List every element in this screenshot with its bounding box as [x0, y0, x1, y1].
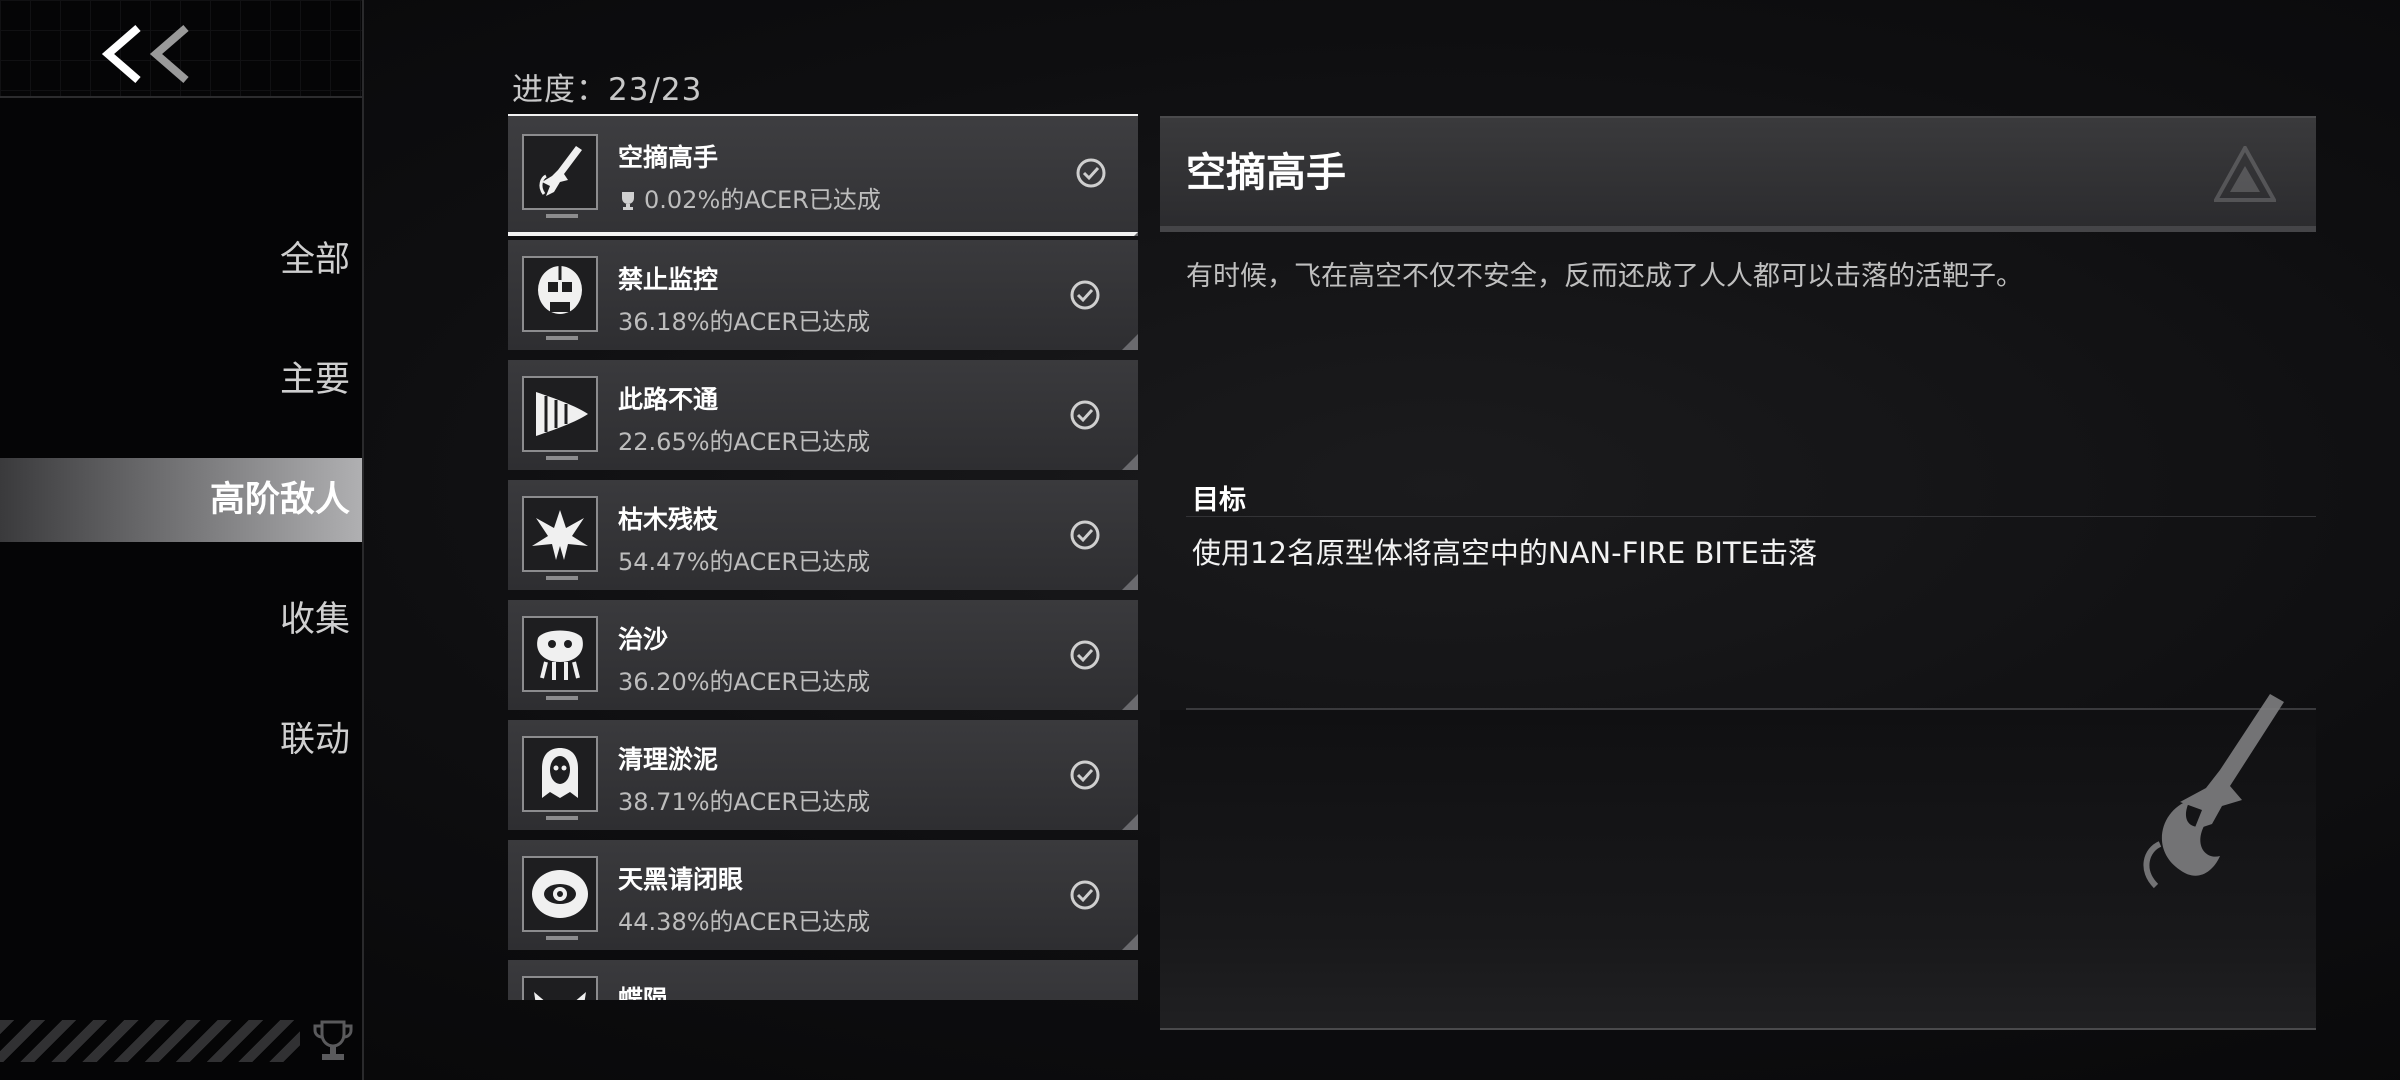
category-sidebar: 全部 主要 高阶敌人 收集 联动: [0, 0, 364, 1080]
achievement-name: 治沙: [618, 625, 669, 654]
nav-item-main[interactable]: 主要: [0, 338, 350, 422]
robot-skull-icon: [522, 256, 598, 340]
nav-item-all[interactable]: 全部: [0, 218, 350, 302]
achievement-rate: 54.47%的ACER已达成: [618, 548, 871, 576]
achievement-card[interactable]: 禁止监控 36.18%的ACER已达成: [508, 240, 1138, 350]
achievement-rate-text: 0.02%的ACER已达成: [644, 186, 881, 214]
trophy-icon: [622, 192, 634, 210]
achievement-name: 枯木残枝: [618, 505, 719, 534]
back-button[interactable]: [98, 22, 198, 86]
achievement-card[interactable]: 清理淤泥 38.71%的ACER已达成: [508, 720, 1138, 830]
achievement-name: 此路不通: [618, 385, 719, 414]
achievement-rate: 22.65%的ACER已达成: [618, 428, 871, 456]
check-circle-icon: [1070, 640, 1100, 670]
achievement-card[interactable]: 此路不通 22.65%的ACER已达成: [508, 360, 1138, 470]
achievement-rate: 36.18%的ACER已达成: [618, 308, 871, 336]
check-circle-icon: [1070, 760, 1100, 790]
achievement-name: 蝶陨: [618, 985, 669, 1000]
check-circle-icon: [1070, 280, 1100, 310]
check-circle-icon: [1070, 880, 1100, 910]
detail-header: 空摘高手: [1160, 116, 2316, 228]
detail-title: 空摘高手: [1186, 150, 1346, 196]
achievement-rate: 36.20%的ACER已达成: [618, 668, 871, 696]
header-underline: [1160, 226, 2316, 232]
achievement-name: 禁止监控: [618, 265, 719, 294]
achievement-list[interactable]: 空摘高手 0.02%的ACER已达成 禁止监控 36.18%的ACER已达成 此…: [508, 114, 1138, 1000]
check-circle-icon: [1076, 158, 1106, 188]
achievement-card[interactable]: 枯木残枝 54.47%的ACER已达成: [508, 480, 1138, 590]
game-logo-icon: [2214, 146, 2276, 202]
check-circle-icon: [1070, 520, 1100, 550]
achievement-rate: 38.71%的ACER已达成: [618, 788, 871, 816]
achievement-name: 清理淤泥: [618, 745, 719, 774]
goal-underline: [1186, 516, 2316, 517]
nav-item-label: 高阶敌人: [209, 480, 350, 520]
nav-item-label: 联动: [279, 720, 350, 760]
achievement-name: 天黑请闭眼: [618, 865, 744, 894]
check-circle-icon: [1070, 400, 1100, 430]
trophy-icon: [313, 1020, 353, 1060]
goal-label: 目标: [1192, 485, 1246, 516]
eye-icon: [522, 856, 598, 940]
double-chevron-left-icon: [101, 24, 189, 84]
sword-flame-icon: [2143, 694, 2284, 889]
goal-text: 使用12名原型体将高空中的NAN-FIRE BITE击落: [1192, 536, 1818, 570]
nav-item-advanced-enemies[interactable]: 高阶敌人: [0, 458, 362, 542]
stripe-decoration: [0, 1020, 300, 1062]
check-circle-icon: [1068, 998, 1102, 1000]
achievement-card[interactable]: 治沙 36.20%的ACER已达成: [508, 600, 1138, 710]
detail-description: 有时候，飞在高空不仅不安全，反而还成了人人都可以击落的活靶子。: [1186, 261, 2023, 292]
sand-worm-icon: [522, 616, 598, 700]
nav-item-collab[interactable]: 联动: [0, 698, 350, 782]
progress-label: 进度：23/23: [512, 72, 703, 108]
butterfly-icon: [522, 976, 598, 1000]
achievement-name: 空摘高手: [618, 143, 719, 172]
nav-item-collection[interactable]: 收集: [0, 578, 350, 662]
sword-flame-icon: [522, 134, 598, 218]
achievement-detail-panel: 空摘高手 有时候，飞在高空不仅不安全，反而还成了人人都可以击落的活靶子。 目标 …: [1160, 116, 2316, 1030]
nav-item-label: 收集: [279, 600, 350, 640]
achievement-rate: 0.02%的ACER已达成: [618, 180, 881, 215]
achievement-card[interactable]: 蝶陨: [508, 960, 1138, 1000]
achievement-rate: 44.38%的ACER已达成: [618, 908, 871, 936]
achievement-card[interactable]: 天黑请闭眼 44.38%的ACER已达成: [508, 840, 1138, 950]
ghost-mask-icon: [522, 736, 598, 820]
nav-item-label: 全部: [279, 240, 350, 280]
achievement-card[interactable]: 空摘高手 0.02%的ACER已达成: [508, 114, 1138, 236]
drill-icon: [522, 376, 598, 460]
nav-item-label: 主要: [279, 360, 350, 400]
sidebar-divider: [0, 96, 362, 98]
thorn-creature-icon: [522, 496, 598, 580]
